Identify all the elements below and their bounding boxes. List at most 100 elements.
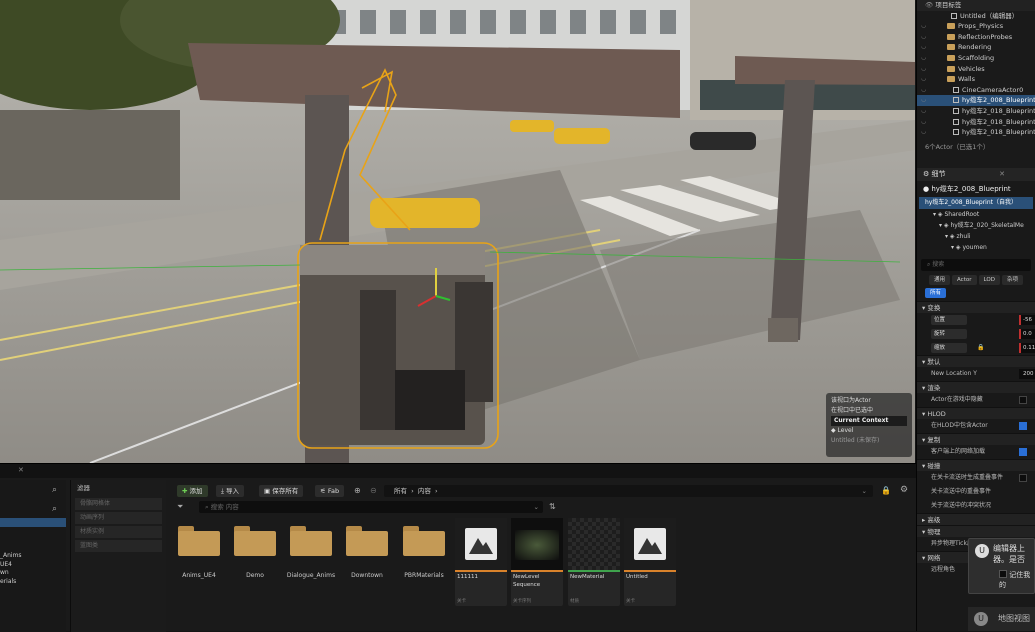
outliner-row[interactable]: ◡ hy缆车2_018_Blueprint3 xyxy=(917,127,1035,138)
component-tree-item[interactable]: ▾ ◈ youmen xyxy=(917,242,1035,253)
lock-icon[interactable]: 🔒 xyxy=(881,486,891,495)
outliner-row[interactable]: ◡ hy缆车2_018_Blueprint3 xyxy=(917,117,1035,128)
section-physics[interactable]: ▾ 物理 xyxy=(917,525,1035,537)
visibility-eye-icon[interactable]: ◡ xyxy=(921,21,926,32)
outliner-row[interactable]: ◡ Walls xyxy=(917,74,1035,85)
collision-row-a: 关卡流送中的重叠事件 xyxy=(931,488,992,495)
tab-lod[interactable]: LOD xyxy=(978,275,1000,285)
sort-icon[interactable]: ⇅ xyxy=(549,502,556,511)
visibility-eye-icon[interactable]: ◡ xyxy=(921,32,926,43)
visibility-eye-icon[interactable]: ◡ xyxy=(921,85,926,96)
chevron-down-icon-2[interactable]: ⌄ xyxy=(534,501,539,513)
component-tree-item[interactable]: ▾ ◈ hy缆车2_020_SkeletalMe xyxy=(917,220,1035,231)
visibility-eye-icon[interactable]: ◡ xyxy=(921,106,926,117)
visibility-eye-icon[interactable]: ◡ xyxy=(921,64,926,75)
filter-item[interactable]: 蓝图类 xyxy=(75,540,162,552)
transform-value-field[interactable]: 0.0 xyxy=(1019,329,1035,339)
outliner-row[interactable]: ◡ hy缆车2_008_Blueprint xyxy=(917,95,1035,106)
tab-general[interactable]: 通用 xyxy=(929,275,951,285)
folder-icon[interactable] xyxy=(403,526,445,556)
transform-mode-dropdown[interactable]: 旋转 xyxy=(931,329,967,339)
net-load-checkbox[interactable] xyxy=(1019,448,1027,456)
tab-all[interactable]: 所有 xyxy=(925,288,947,298)
back-icon[interactable]: ⊖ xyxy=(370,486,377,495)
asset-tile[interactable]: NewMaterial 材质 xyxy=(568,518,620,606)
close-tab-icon[interactable]: ✕ xyxy=(18,466,24,474)
level-viewport[interactable]: 该视口为Actor 在视口中已选中 Current Context ◆ Leve… xyxy=(0,0,915,463)
tree-item[interactable]: UE4 xyxy=(0,561,22,570)
asset-type-bar xyxy=(455,570,507,572)
folder-icon[interactable] xyxy=(290,526,332,556)
transform-mode-dropdown[interactable]: 缩放 xyxy=(931,343,967,353)
history-icon[interactable]: ⊕ xyxy=(354,486,361,495)
import-button[interactable]: ⤓ 导入 xyxy=(216,485,244,497)
details-search-input[interactable]: ⌕ 搜索 xyxy=(921,259,1031,271)
outliner-row[interactable]: ◡ hy缆车2_018_Blueprint xyxy=(917,106,1035,117)
eye-icon[interactable]: 👁 xyxy=(925,1,933,9)
component-tree-item[interactable]: ▾ ◈ zhuli xyxy=(917,231,1035,242)
section-collision[interactable]: ▾ 碰撞 xyxy=(917,459,1035,471)
outliner-row[interactable]: ◡ Scaffolding xyxy=(917,53,1035,64)
tree-item[interactable]: wn xyxy=(0,569,22,578)
tree-item[interactable]: _Anims xyxy=(0,552,22,561)
hidden-in-game-checkbox[interactable] xyxy=(1019,396,1027,404)
folder-icon[interactable] xyxy=(234,526,276,556)
tree-selected-row[interactable] xyxy=(0,518,66,527)
current-context-dropdown[interactable]: Current Context xyxy=(831,416,907,426)
visibility-eye-icon[interactable]: ◡ xyxy=(921,42,926,53)
visibility-eye-icon[interactable]: ◡ xyxy=(921,95,926,106)
chevron-down-icon[interactable]: ⌄ xyxy=(862,485,867,497)
search-icon[interactable]: ⌕ xyxy=(52,485,57,495)
details-instance-row[interactable]: hy缆车2_008_Blueprint（自我） xyxy=(919,197,1033,209)
outliner-row[interactable]: ◡ Props_Physics xyxy=(917,21,1035,32)
visibility-eye-icon[interactable]: ◡ xyxy=(921,117,926,128)
fab-button[interactable]: ⚟ Fab xyxy=(315,485,345,497)
content-search-input[interactable]: ⌕ 搜索 内容 ⌄ xyxy=(199,501,543,513)
save-all-button[interactable]: ▣ 保存所有 xyxy=(259,485,304,497)
transform-value-field[interactable]: -56 xyxy=(1019,315,1035,325)
section-advanced[interactable]: ▸ 高级 xyxy=(917,513,1035,525)
outliner-row[interactable]: ◡ CineCameraActor0 xyxy=(917,85,1035,96)
section-hlod[interactable]: ▾ HLOD xyxy=(917,407,1035,419)
filter-item[interactable]: 骨骼网格体 xyxy=(75,498,162,510)
transform-value-field[interactable]: 0.11 xyxy=(1019,343,1035,353)
asset-tile[interactable]: 111111 关卡 xyxy=(455,518,507,606)
close-icon[interactable]: ✕ xyxy=(999,168,1005,181)
outliner-row[interactable]: ◡ Rendering xyxy=(917,42,1035,53)
remember-checkbox[interactable] xyxy=(999,570,1007,578)
overlap-events-checkbox[interactable] xyxy=(1019,474,1027,482)
visibility-eye-icon[interactable]: ◡ xyxy=(921,74,926,85)
add-button[interactable]: ✚ 添加 xyxy=(177,485,208,497)
details-tab[interactable]: ⚙ 细节 ✕ xyxy=(917,168,1035,181)
breadcrumb-content[interactable]: 内容 xyxy=(418,487,431,495)
lock-icon[interactable]: 🔒 xyxy=(977,341,984,355)
tab-misc[interactable]: 杂项 xyxy=(1001,275,1023,285)
tree-item[interactable]: erials xyxy=(0,578,22,587)
filter-icon[interactable]: ⏷ xyxy=(177,502,183,512)
gear-icon[interactable]: ⚙ xyxy=(900,485,908,495)
visibility-eye-icon[interactable]: ◡ xyxy=(921,127,926,138)
transform-mode-dropdown[interactable]: 位置 xyxy=(931,315,967,325)
outliner-row[interactable]: ◡ Vehicles xyxy=(917,64,1035,75)
section-transform[interactable]: ▾ 变换 xyxy=(917,301,1035,313)
include-hlod-checkbox[interactable] xyxy=(1019,422,1027,430)
outliner-row[interactable]: Untitled（编辑器） xyxy=(917,11,1035,22)
mountain-icon xyxy=(624,518,676,570)
search-icon-2[interactable]: ⌕ xyxy=(52,504,57,514)
folder-icon[interactable] xyxy=(346,526,388,556)
filter-item[interactable]: 动画序列 xyxy=(75,512,162,524)
section-replication[interactable]: ▾ 复制 xyxy=(917,433,1035,445)
filter-item[interactable]: 材质实例 xyxy=(75,526,162,538)
section-rendering[interactable]: ▾ 渲染 xyxy=(917,381,1035,393)
folder-icon[interactable] xyxy=(178,526,220,556)
asset-tile[interactable]: NewLevel Sequence 关卡序列 xyxy=(511,518,563,606)
tab-actor[interactable]: Actor xyxy=(952,275,977,285)
visibility-eye-icon[interactable]: ◡ xyxy=(921,53,926,64)
new-location-field[interactable]: 200 xyxy=(1019,369,1035,379)
component-tree-item[interactable]: ▾ ◈ SharedRoot xyxy=(917,209,1035,220)
asset-tile[interactable]: Untitled 关卡 xyxy=(624,518,676,606)
section-default[interactable]: ▾ 默认 xyxy=(917,355,1035,367)
component-tree: ▾ ◈ SharedRoot ▾ ◈ hy缆车2_020_SkeletalMe ▾ … xyxy=(917,209,1035,253)
outliner-row[interactable]: ◡ ReflectionProbes xyxy=(917,32,1035,43)
breadcrumb-all[interactable]: 所有 xyxy=(394,487,407,495)
